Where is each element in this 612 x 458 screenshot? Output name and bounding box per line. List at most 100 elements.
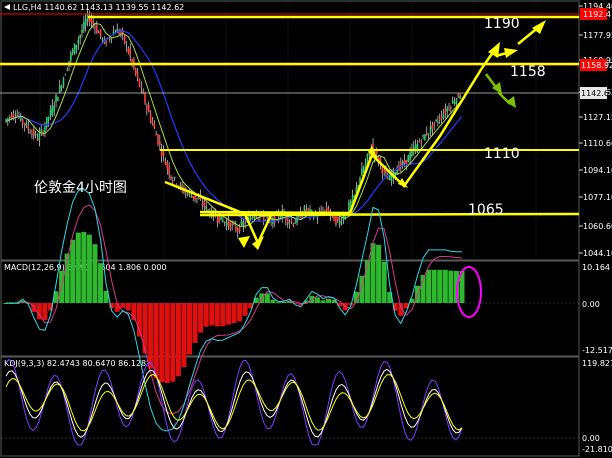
candle-body <box>418 140 421 143</box>
candle-body <box>366 153 369 162</box>
candle-body <box>131 59 133 63</box>
candle-body <box>288 222 291 224</box>
candle-body <box>90 17 93 22</box>
candle-body <box>99 29 102 37</box>
macd-bar <box>242 303 248 316</box>
level-label-1065: 1065 <box>468 202 504 218</box>
candle-body <box>431 124 434 130</box>
candle-body <box>240 221 243 225</box>
candle-body <box>438 118 441 120</box>
candle-body <box>96 25 98 33</box>
candle-body <box>144 93 146 104</box>
main-header-text: LLG,H4 1140.62 1143.13 1139.55 1142.62 <box>13 3 184 12</box>
down-arrowhead-1 <box>252 236 264 250</box>
level-label-1110: 1110 <box>484 146 520 162</box>
main-panel-frame <box>0 0 580 261</box>
candle-body <box>164 161 167 165</box>
candle-body <box>146 105 148 109</box>
candle-body <box>444 109 447 114</box>
candle-body <box>242 221 245 227</box>
proj-arrowhead-down-2 <box>506 96 516 108</box>
price-axis: 1194.401177.951160.951142.621127.151110.… <box>579 2 612 258</box>
macd-axis-top: 10.164 <box>582 263 610 272</box>
candle-body <box>440 115 443 119</box>
trend-path-up <box>348 67 484 214</box>
candle-body <box>416 143 419 150</box>
macd-bar <box>164 303 170 383</box>
candle-body <box>455 98 458 104</box>
candle-body <box>79 35 81 39</box>
candle-body <box>151 120 154 125</box>
macd-bar <box>181 303 187 367</box>
candle-body <box>73 43 76 55</box>
candle-body <box>414 144 417 153</box>
candle-body <box>109 38 111 40</box>
macd-bar <box>159 303 165 383</box>
level-line-1065 <box>199 212 580 217</box>
macd-bar <box>237 303 243 322</box>
badge-current-text: 1142.62 <box>581 89 612 98</box>
candle-body <box>155 133 157 136</box>
macd-bar <box>192 303 198 343</box>
macd-bar <box>31 303 37 313</box>
candle-body <box>153 123 156 129</box>
candlestick-series <box>5 8 461 238</box>
candle-body <box>405 160 408 165</box>
candle-body <box>457 93 460 98</box>
candle-body <box>427 133 430 135</box>
macd-bar <box>231 303 237 323</box>
macd-bar <box>376 244 382 303</box>
candle-body <box>422 135 424 137</box>
price-tick-label: 1094.10 <box>583 166 612 175</box>
candle-body <box>40 129 43 132</box>
candle-body <box>92 21 94 24</box>
candle-body <box>424 134 426 141</box>
kdj-axis-top: 119.8271 <box>582 359 612 368</box>
candle-body <box>249 217 252 220</box>
candle-body <box>34 133 37 136</box>
candle-body <box>383 169 385 171</box>
macd-bar <box>437 269 443 303</box>
candle-body <box>140 86 143 88</box>
macd-bar <box>431 269 437 303</box>
candle-body <box>127 48 130 54</box>
collapse-arrow-icon[interactable] <box>4 4 10 10</box>
level-label-1190: 1190 <box>484 16 520 32</box>
candle-body <box>244 222 246 224</box>
candle-body <box>409 152 411 161</box>
candle-body <box>173 177 176 179</box>
candle-body <box>27 125 30 130</box>
candle-body <box>57 97 59 101</box>
candle-body <box>38 133 41 140</box>
candle-body <box>442 114 445 119</box>
level-label-1158: 1158 <box>510 64 546 80</box>
candle-body <box>197 197 200 200</box>
candle-body <box>223 222 226 224</box>
macd-bar <box>220 303 226 327</box>
macd-bar <box>281 301 287 303</box>
macd-bar <box>203 303 209 327</box>
macd-bar <box>209 303 215 326</box>
candle-body <box>25 123 28 127</box>
candle-body <box>324 210 326 212</box>
candle-body <box>459 95 461 99</box>
candle-body <box>307 208 309 211</box>
candle-body <box>60 86 63 89</box>
candle-body <box>101 38 104 40</box>
kdj-axis-bottom: -21.8107 <box>582 445 612 454</box>
candle-body <box>218 216 220 223</box>
macd-bar <box>81 231 87 303</box>
macd-bar <box>426 269 432 303</box>
proj-arrowhead-right <box>504 48 518 58</box>
candle-body <box>403 160 406 164</box>
candle-body <box>203 200 206 207</box>
candle-body <box>123 35 126 43</box>
candle-body <box>433 122 435 125</box>
candle-body <box>453 102 456 104</box>
candle-body <box>264 219 267 221</box>
macd-bar <box>148 303 154 369</box>
candle-body <box>77 39 80 44</box>
candle-body <box>186 192 189 196</box>
chart-canvas[interactable]: 1190 1158 1110 1065 伦敦金4小时图 LLG,H4 1140.… <box>0 0 612 458</box>
candle-body <box>157 134 159 145</box>
